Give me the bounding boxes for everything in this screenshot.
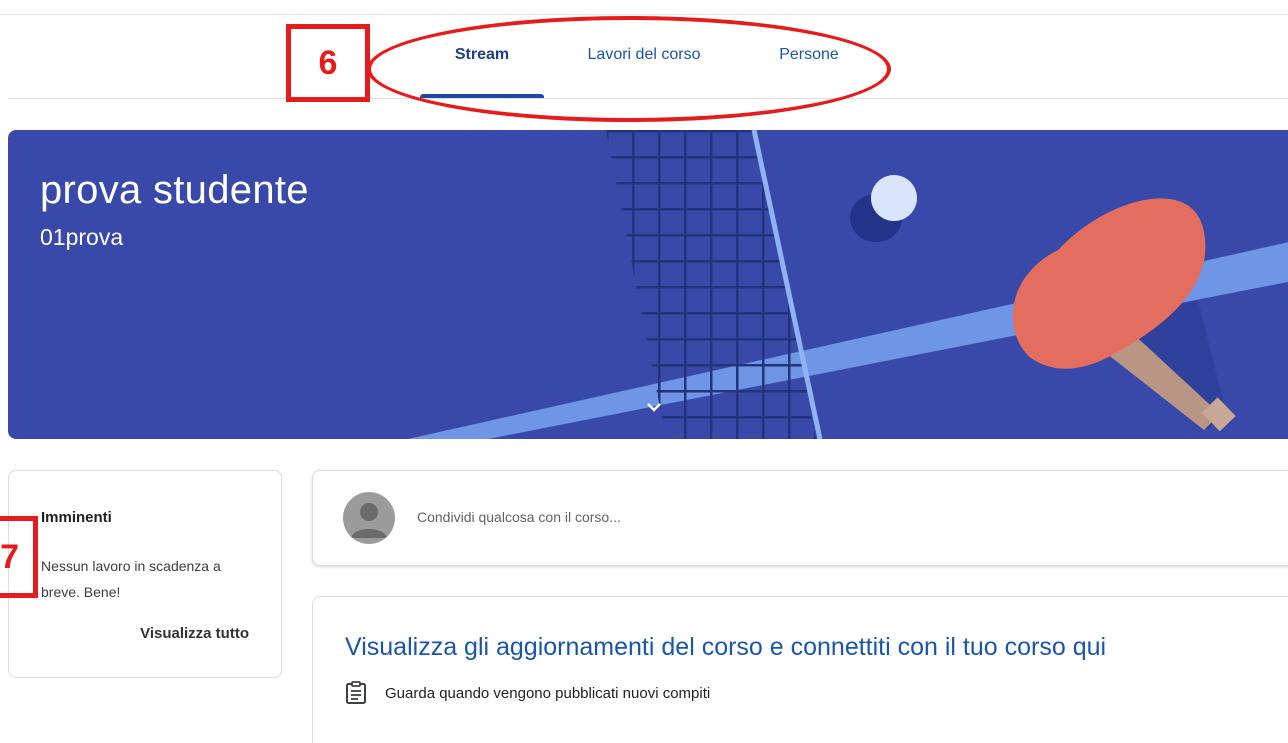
ball-icon — [871, 175, 917, 221]
upcoming-card: Imminenti Nessun lavoro in scadenza a br… — [8, 470, 282, 678]
info-text: Guarda quando vengono pubblicati nuovi c… — [385, 684, 711, 702]
avatar-icon — [343, 492, 395, 544]
annotation-oval-tabs — [367, 16, 891, 122]
course-title[interactable]: prova studente — [40, 168, 309, 213]
course-banner: prova studente 01prova — [8, 130, 1288, 439]
info-heading: Visualizza gli aggiornamenti del corso e… — [345, 633, 1107, 661]
assignment-icon — [346, 681, 366, 704]
share-input[interactable]: Condividi qualcosa con il corso... — [417, 509, 621, 525]
annotation-label-7: 7 — [0, 537, 19, 576]
top-divider — [0, 14, 1288, 15]
annotation-label-6: 6 — [318, 43, 338, 82]
upcoming-title: Imminenti — [41, 509, 112, 526]
view-all-link[interactable]: Visualizza tutto — [140, 625, 249, 642]
annotation-box-6: 6 — [286, 24, 370, 102]
course-section: 01prova — [40, 224, 124, 250]
annotation-box-7: 7 — [0, 516, 38, 598]
info-item: Guarda quando vengono pubblicati nuovi c… — [345, 681, 710, 705]
upcoming-text: Nessun lavoro in scadenza a breve. Bene! — [41, 558, 221, 600]
info-card: Visualizza gli aggiornamenti del corso e… — [312, 596, 1288, 743]
share-composer[interactable]: Condividi qualcosa con il corso... — [312, 470, 1288, 566]
